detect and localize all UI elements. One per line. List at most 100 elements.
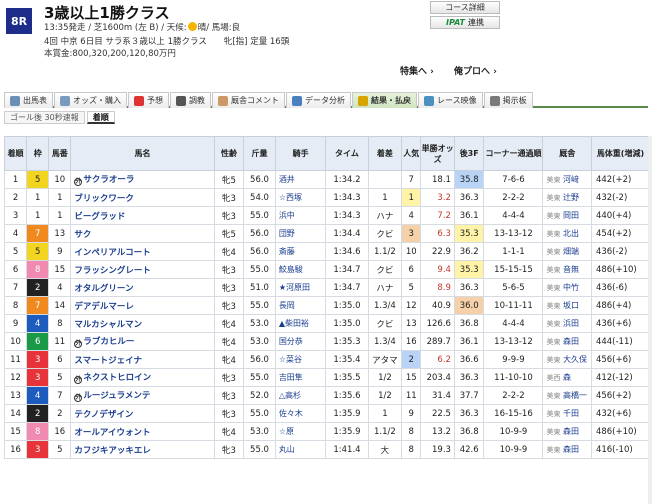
special-link[interactable]: 特集へ › [400,64,434,77]
gate-number: 1 [26,206,50,225]
horse-name-cell[interactable]: マルカシャルマン [70,314,215,333]
pro-link[interactable]: 俺プロへ › [454,64,497,77]
horse-name-link[interactable]: インペリアルコート [74,248,150,258]
horse-name-cell[interactable]: オールアイウォント [70,422,215,441]
tab-board[interactable]: 掲示板 [483,92,533,108]
tab-table[interactable]: 出馬表 [4,92,53,108]
tab-chart[interactable]: データ分析 [286,92,351,108]
column-header: 単勝オッズ [420,136,455,171]
popularity: 9 [401,404,422,423]
table-row: 9 4 8 マルカシャルマン 牝4 53.0 ▲柴田裕 1:35.0 クビ 13 126.6 36.8… [3,314,651,333]
jockey-link[interactable]: △高杉 [274,386,327,405]
horse-name-link[interactable]: ルージュラメンテ [83,391,150,401]
horse-name-cell[interactable]: ブリックワーク [70,188,215,207]
horse-name-cell[interactable]: サク [70,224,215,243]
course-detail-button[interactable]: コース詳細 [430,1,500,14]
last-3f: 37.7 [453,386,485,405]
tab-comment[interactable]: 厩舎コメント [212,92,285,108]
horse-name-cell[interactable]: ビーグラッド [70,206,215,225]
horse-name-cell[interactable]: デアデルマーレ [70,296,215,315]
jockey-link[interactable]: 吉田隼 [274,368,327,387]
horse-name-link[interactable]: ビーグラッド [74,212,125,222]
trainer-link[interactable]: 北出 [563,229,579,238]
margin: クビ [367,224,403,243]
table-row: 4 7 13 サク 牝5 56.0 団野 1:34.4 クビ 3 6.3 35.3 13-13-12 美東… [3,224,651,243]
horse-name-cell[interactable]: 外ルージュラメンテ [70,386,215,405]
tab-coin[interactable]: 結果・払戻 [352,92,417,108]
tab-timer[interactable]: 調教 [170,92,211,108]
horse-name-link[interactable]: ラブカヒルー [83,337,134,347]
tab-video[interactable]: レース映像 [418,92,483,108]
horse-name-link[interactable]: ブリックワーク [74,194,134,204]
horse-name-link[interactable]: カフジキアッキエレ [74,446,151,456]
horse-name-link[interactable]: オールアイウォント [74,428,150,438]
trainer-link[interactable]: 音無 [563,265,579,274]
trainer-link[interactable]: 岡田 [563,211,579,220]
horse-name-cell[interactable]: 外サクラオーラ [70,170,215,189]
horse-name-cell[interactable]: インペリアルコート [70,242,215,261]
horse-name-link[interactable]: オタルグリーン [74,284,133,294]
stable-area: 美東 [546,428,561,436]
jockey-link[interactable]: 国分恭 [274,332,327,351]
trainer-link[interactable]: 坂口 [563,301,579,310]
subtab-finish-order[interactable]: 着順 [86,111,115,124]
stable-area: 美東 [546,212,561,220]
gate-number: 8 [26,422,50,441]
jockey-link[interactable]: ▲柴田裕 [274,314,327,333]
tab-odds[interactable]: オッズ・購入 [54,92,127,108]
horse-name-link[interactable]: マルカシャルマン [74,320,142,330]
horse-name-link[interactable]: スマートジェイナ [74,356,142,366]
trainer-link[interactable]: 高橋一 [563,391,587,400]
margin: 1/2 [367,386,403,405]
jockey-link[interactable]: 丸山 [274,440,327,459]
jockey-link[interactable]: ☆原 [274,422,327,441]
horse-name-cell[interactable]: スマートジェイナ [70,350,215,369]
jockey-link[interactable]: ★河原田 [274,278,327,297]
jockey-link[interactable]: ☆西塚 [274,188,327,207]
jockey-link[interactable]: 長岡 [274,296,327,315]
race-header: 8R 3歳以上1勝クラス 13:35発走 / 芝1600m (左 B) / 天候… [0,0,652,92]
trainer-link[interactable]: 河﨑 [563,175,579,184]
win-odds: 22.5 [420,404,455,423]
trainer-link[interactable]: 大久保 [563,355,587,364]
trainer-link[interactable]: 森田 [563,445,579,454]
subtab-goal-flash[interactable]: ゴール後 30秒速報 [4,111,85,124]
trainer-link[interactable]: 辻野 [563,193,579,202]
horse-name-link[interactable]: テクノデザイン [74,410,133,420]
horse-name-cell[interactable]: カフジキアッキエレ [70,440,215,459]
trainer-link[interactable]: 畑端 [563,247,579,256]
jockey-link[interactable]: 斎藤 [274,242,327,261]
trainer-link[interactable]: 森田 [563,337,579,346]
horse-name-cell[interactable]: オタルグリーン [70,278,215,297]
scrollbar[interactable] [648,136,652,504]
jockey-link[interactable]: 鮫島駿 [274,260,327,279]
trainer-link[interactable]: 浜田 [563,319,579,328]
trainer-link[interactable]: 中竹 [563,283,579,292]
horse-name-link[interactable]: サクラオーラ [83,175,134,185]
tab-label: 調教 [189,96,205,105]
horse-name-cell[interactable]: 外ネクストヒロイン [70,368,215,387]
horse-name-link[interactable]: サク [74,230,91,240]
finish-position: 12 [3,368,28,387]
stable-area: 美東 [546,410,561,418]
body-weight: 442(+2) [590,170,651,189]
jockey-link[interactable]: 団野 [274,224,327,243]
trainer-link[interactable]: 千田 [563,409,579,418]
horse-name-cell[interactable]: 外ラブカヒルー [70,332,215,351]
jockey-link[interactable]: 佐々木 [274,404,327,423]
trainer-link[interactable]: 森田 [563,427,579,436]
horse-name-cell[interactable]: テクノデザイン [70,404,215,423]
body-weight: 486(+4) [590,296,651,315]
trainer-link[interactable]: 森 [563,373,571,382]
horse-name-cell[interactable]: フラッシングレート [70,260,215,279]
tab-label: データ分析 [305,96,345,105]
ipat-link-button[interactable]: IPAT 連携 [430,16,500,29]
jockey-link[interactable]: ☆菜谷 [274,350,327,369]
horse-name-link[interactable]: フラッシングレート [74,266,151,276]
jockey-link[interactable]: 酒井 [274,170,327,189]
jockey-link[interactable]: 浜中 [274,206,327,225]
horse-name-link[interactable]: デアデルマーレ [74,302,134,312]
tab-target[interactable]: 予想 [128,92,169,108]
horse-name-link[interactable]: ネクストヒロイン [83,373,151,383]
race-time: 1:35.0 [325,314,369,333]
